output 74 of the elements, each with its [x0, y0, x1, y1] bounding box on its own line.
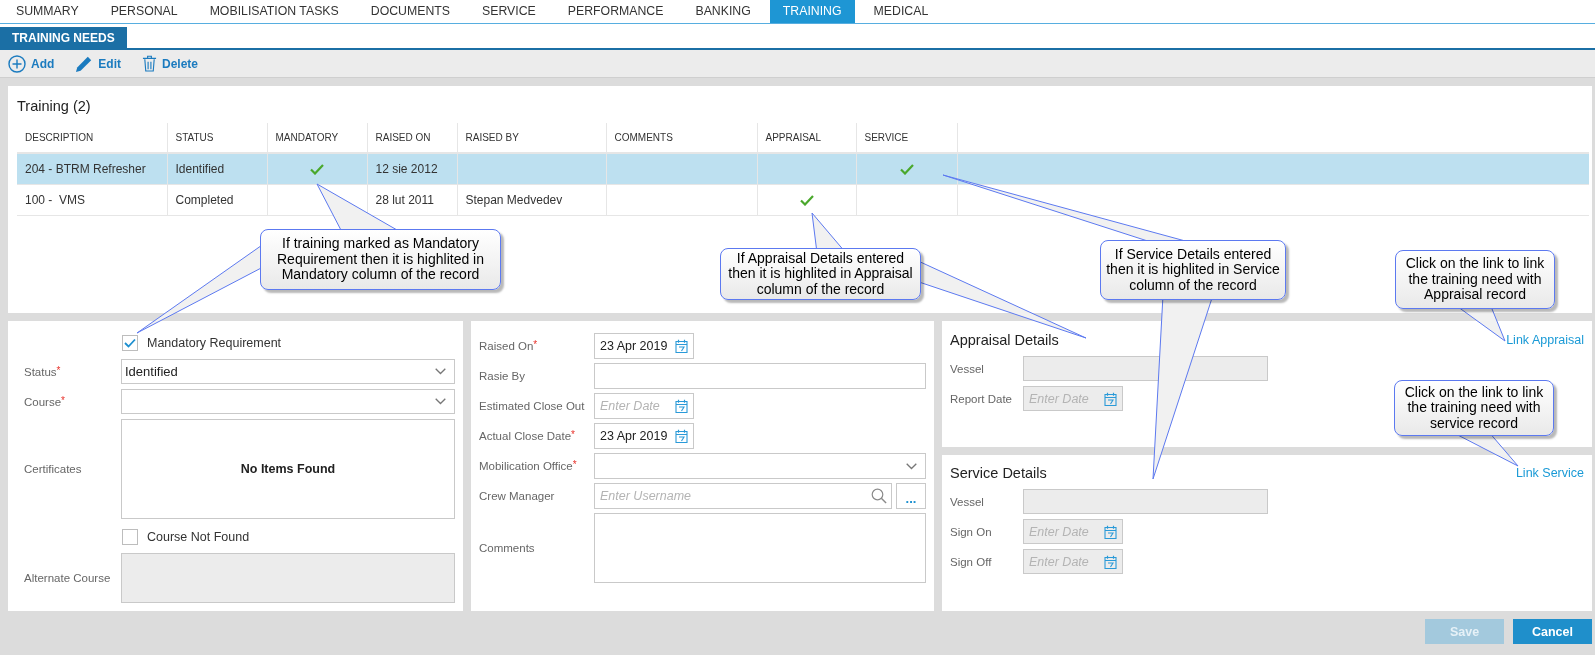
- tab[interactable]: PERFORMANCE: [554, 0, 677, 23]
- checkmark-icon: [124, 338, 136, 348]
- field-label: Certificates: [24, 463, 83, 475]
- checkbox-label: Course Not Found: [147, 530, 250, 544]
- table-cell: 100 - VMS: [17, 184, 167, 215]
- dropdown[interactable]: [594, 453, 926, 479]
- callout: If Appraisal Details entered then it is highlited in Appraisal column of the record: [720, 248, 921, 300]
- field-label: Rasie By: [479, 370, 527, 382]
- tab[interactable]: BANKING: [682, 0, 764, 23]
- add-button[interactable]: Add: [8, 54, 55, 73]
- field-label: Sign On: [950, 525, 993, 538]
- chevron-down-icon: [906, 462, 917, 470]
- dropdown[interactable]: Identified: [121, 359, 455, 384]
- calendar-icon[interactable]: [675, 339, 688, 353]
- edit-button[interactable]: Edit: [75, 54, 121, 73]
- checkmark-icon: [799, 194, 814, 206]
- tab[interactable]: TRAINING: [769, 0, 855, 23]
- field-label: Vessel: [950, 362, 985, 375]
- field-label: Crew Manager: [479, 490, 556, 502]
- tab[interactable]: TRAINING NEEDS: [0, 27, 127, 48]
- section-title: Service Details: [950, 465, 1047, 481]
- text-area[interactable]: [594, 513, 926, 583]
- checkbox-label: Mandatory Requirement: [147, 336, 282, 350]
- field-label: Raised On$^{*}$: [479, 340, 539, 352]
- field-label: Report Date: [950, 392, 1013, 405]
- chevron-down-icon: [435, 398, 446, 405]
- table-row[interactable]: 204 - BTRM Refresher Identified 12 sie 2012: [17, 153, 1589, 184]
- tab[interactable]: MOBILISATION TASKS: [196, 0, 352, 23]
- tab[interactable]: SUMMARY: [3, 0, 92, 23]
- table-cell: Completed: [167, 184, 267, 215]
- plus-circle-icon: [8, 54, 26, 73]
- text-field[interactable]: [594, 363, 926, 389]
- field-label: Actual Close Date$^{*}$: [479, 430, 576, 442]
- callout: If training marked as Mandatory Requirement then it is highlited in Mandatory column of the record: [260, 229, 501, 290]
- field-label: Alternate Course: [24, 572, 112, 584]
- tab[interactable]: DOCUMENTS: [357, 0, 464, 23]
- field-label: Sign Off: [950, 555, 993, 568]
- checkmark-icon: [310, 164, 324, 176]
- table-cell: Identified: [167, 153, 267, 184]
- more-button[interactable]: ...: [896, 483, 926, 509]
- table-cell: 12 sie 2012: [367, 153, 457, 184]
- field-label: Mobilication Office$^{*}$: [479, 460, 578, 472]
- delete-button[interactable]: Delete: [142, 55, 199, 72]
- field-label: Vessel: [950, 495, 985, 508]
- field-label: Comments: [479, 542, 536, 554]
- panel-title: Training (2): [17, 97, 92, 116]
- tab[interactable]: SERVICE: [469, 0, 549, 23]
- table-cell: 204 - BTRM Refresher: [17, 153, 167, 184]
- section-title: Appraisal Details: [950, 332, 1059, 348]
- checkbox[interactable]: [122, 529, 138, 545]
- dropdown[interactable]: [121, 389, 455, 414]
- table-cell: Stepan Medvedev: [457, 184, 606, 215]
- field-label: Status$^{*}$: [24, 365, 62, 378]
- trash-icon: [142, 55, 157, 72]
- tab[interactable]: MEDICAL: [860, 0, 942, 23]
- calendar-icon[interactable]: [675, 399, 688, 413]
- callout: Click on the link to link the training need with service record: [1394, 380, 1554, 436]
- pencil-icon: [75, 54, 94, 73]
- date-field[interactable]: 23 Apr 2019: [594, 333, 694, 359]
- calendar-icon[interactable]: [675, 429, 688, 443]
- link[interactable]: Link Service: [1515, 466, 1584, 480]
- checkbox[interactable]: [122, 335, 138, 351]
- field-label: Estimated Close Out: [479, 400, 586, 412]
- date-field[interactable]: 23 Apr 2019: [594, 423, 694, 449]
- list-box[interactable]: No Items Found: [121, 419, 455, 519]
- cancel-button[interactable]: Cancel: [1513, 619, 1592, 644]
- chevron-down-icon: [435, 368, 446, 375]
- field-label: Course$^{*}$: [24, 395, 66, 408]
- callout: If Service Details entered then it is highlited in Service column of the record: [1100, 240, 1286, 300]
- tab[interactable]: PERSONAL: [97, 0, 191, 23]
- link[interactable]: Link Appraisal: [1506, 333, 1584, 347]
- callout: Click on the link to link the training need with Appraisal record: [1395, 250, 1555, 309]
- checkmark-icon: [899, 164, 914, 176]
- search-icon[interactable]: [871, 488, 887, 504]
